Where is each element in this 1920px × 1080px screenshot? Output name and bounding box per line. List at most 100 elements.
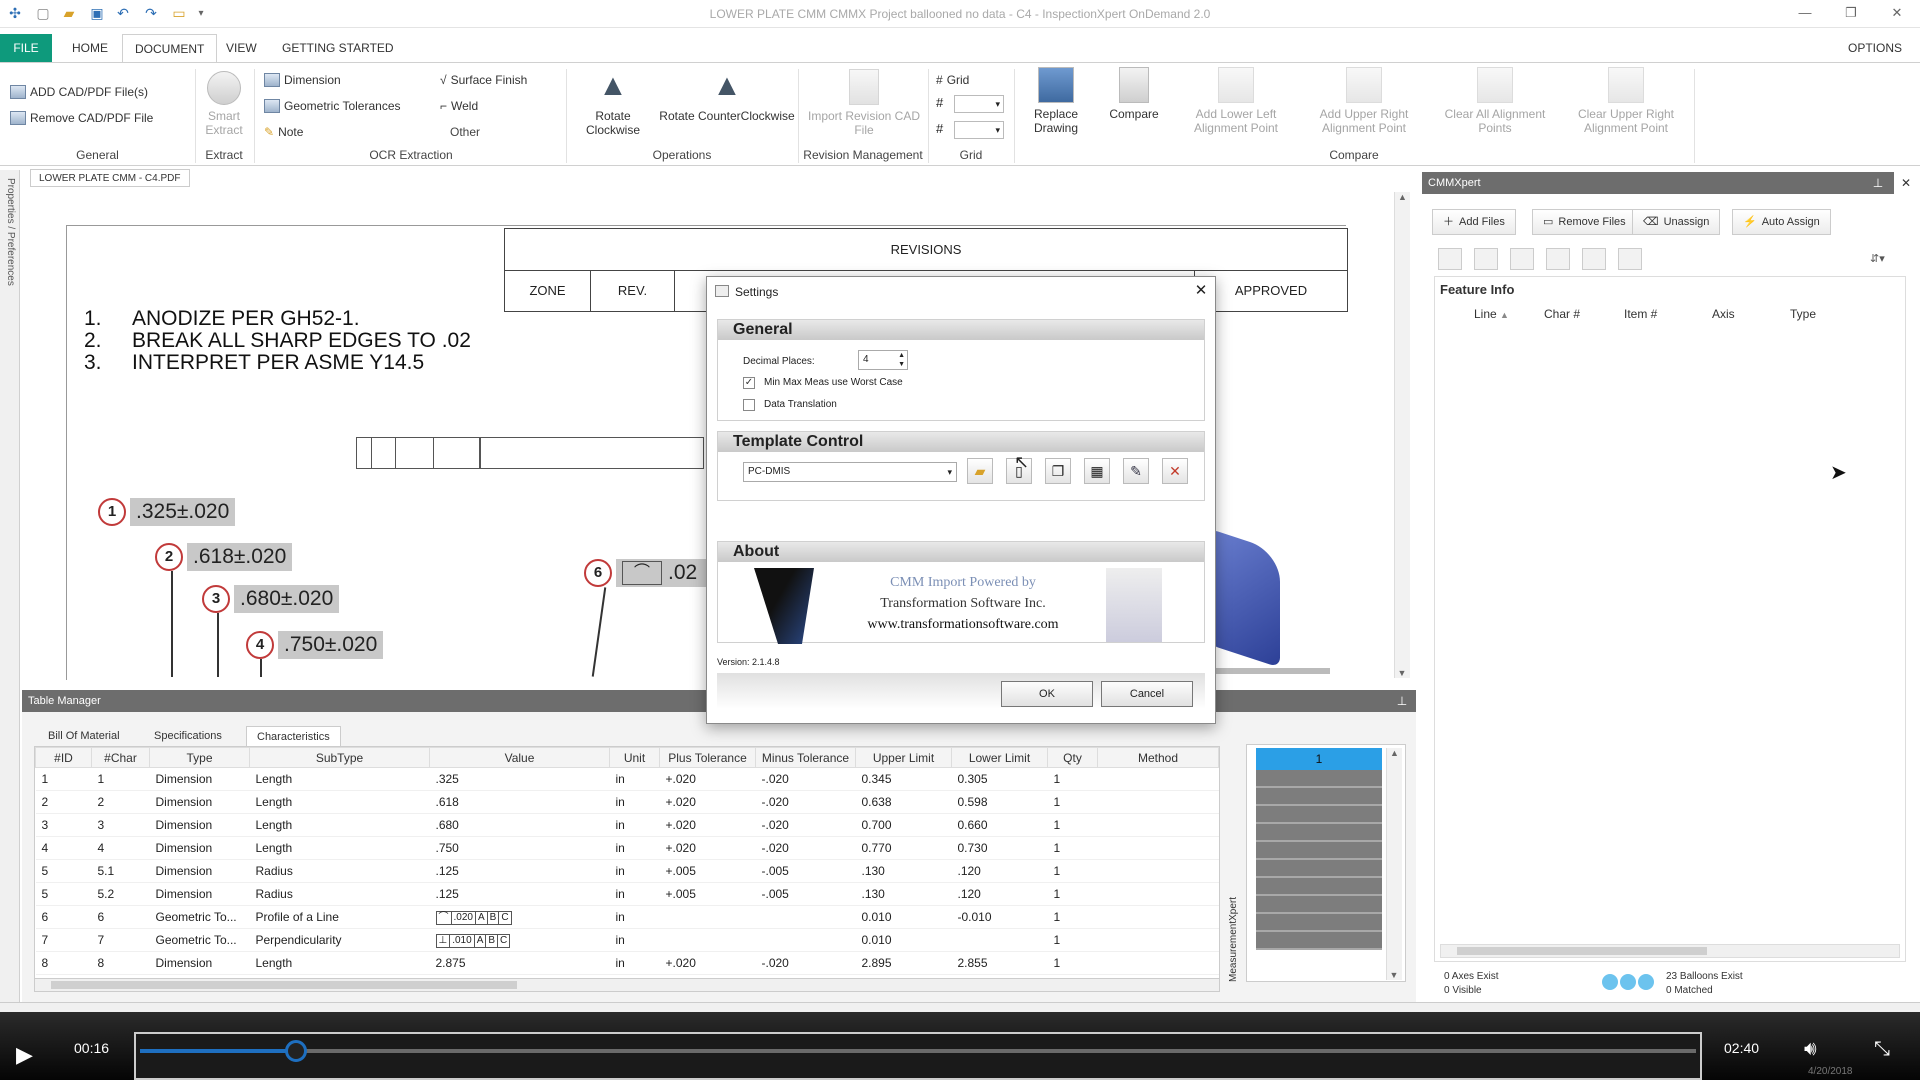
mini-grid-selected-cell[interactable]: 1 <box>1256 748 1382 770</box>
cell-subtype[interactable]: Radius <box>249 859 430 883</box>
import-revision-button[interactable]: Import Revision CAD File <box>802 69 926 137</box>
scroll-up-icon[interactable]: ▲ <box>1395 192 1410 202</box>
pin-icon[interactable]: ⊥ <box>1864 172 1892 194</box>
cell-method[interactable] <box>1097 767 1219 791</box>
cell-minus[interactable]: -.005 <box>755 882 856 906</box>
cell-upper[interactable]: .130 <box>855 882 952 906</box>
col-id[interactable]: #ID <box>35 747 92 768</box>
cell-value[interactable]: .325 <box>429 767 610 791</box>
balloon[interactable]: 4 <box>246 631 274 659</box>
cell-char[interactable]: 6 <box>91 905 150 929</box>
table-row[interactable]: 1 1 Dimension Length .325 in +.020 -.020 0.345 0.… <box>35 767 1219 791</box>
cell-plus[interactable]: +.020 <box>659 951 756 975</box>
cell-qty[interactable]: 1 <box>1047 905 1098 929</box>
cell-value[interactable]: .680 <box>429 813 610 837</box>
export-icon[interactable] <box>1618 248 1642 270</box>
cell-unit[interactable]: in <box>609 767 660 791</box>
balloon[interactable]: 6 <box>584 559 612 587</box>
cell-value[interactable]: .125 <box>429 859 610 883</box>
cell-unit[interactable]: in <box>609 836 660 860</box>
cell-method[interactable] <box>1097 813 1219 837</box>
cell-minus[interactable] <box>755 905 856 929</box>
cell-upper[interactable]: .130 <box>855 859 952 883</box>
cell-id[interactable]: 7 <box>35 928 92 952</box>
remove-file-button[interactable]: Remove CAD/PDF File <box>10 111 153 125</box>
table-horizontal-scrollbar[interactable] <box>34 978 1220 992</box>
col-char[interactable]: #Char <box>91 747 150 768</box>
decimal-places-input[interactable]: 4 ▲ ▼ <box>858 350 908 370</box>
measurementxpert-grid[interactable]: 1 <box>1256 748 1382 980</box>
cell-plus[interactable]: +.005 <box>659 859 756 883</box>
progress-handle[interactable] <box>284 1040 307 1062</box>
cell-type[interactable]: Dimension <box>149 790 250 814</box>
cell-subtype[interactable]: Length <box>249 767 430 791</box>
horizontal-scroll-thumb[interactable] <box>1215 668 1330 674</box>
table-row[interactable]: 5 5.1 Dimension Radius .125 in +.005 -.005.130.… <box>35 859 1219 883</box>
pin-icon[interactable]: ⊥ <box>1390 690 1414 712</box>
minimize-icon[interactable]: — <box>1788 2 1822 24</box>
cell-minus[interactable]: -.020 <box>755 790 856 814</box>
cell-method[interactable] <box>1097 859 1219 883</box>
table-row[interactable]: 5 5.2 Dimension Radius .125 in +.005 -.005.130.… <box>35 882 1219 906</box>
smart-extract-button[interactable]: Smart Extract <box>200 71 248 137</box>
cell-subtype[interactable]: Length <box>249 813 430 837</box>
table-scroll-thumb[interactable] <box>51 981 517 989</box>
cell-unit[interactable]: in <box>609 859 660 883</box>
grid-rows-select[interactable]: # ▾ <box>936 121 1006 139</box>
rotate-clockwise-button[interactable]: ▲ Rotate Clockwise <box>576 69 650 137</box>
cell-id[interactable]: 8 <box>35 951 92 975</box>
balloon[interactable]: 1 <box>98 498 126 526</box>
template-select[interactable]: PC-DMIS ▾ <box>743 462 957 482</box>
cell-plus[interactable]: +.020 <box>659 790 756 814</box>
col-value[interactable]: Value <box>429 747 610 768</box>
data-translation-checkbox[interactable] <box>743 399 755 411</box>
cell-char[interactable]: 2 <box>91 790 150 814</box>
funnel-icon[interactable] <box>1546 248 1570 270</box>
mini-grid-row[interactable] <box>1256 770 1382 788</box>
cell-minus[interactable]: -.020 <box>755 951 856 975</box>
close-window-icon[interactable]: ✕ <box>1880 2 1914 24</box>
grid-toggle[interactable]: # Grid <box>936 73 969 87</box>
col-unit[interactable]: Unit <box>609 747 660 768</box>
cell-char[interactable]: 7 <box>91 928 150 952</box>
grid-columns-select[interactable]: # ▾ <box>936 95 1006 113</box>
balloon-dimension[interactable]: .325±.020 <box>130 498 236 526</box>
cell-value[interactable]: 2.875 <box>429 951 610 975</box>
table-row[interactable]: 3 3 Dimension Length .680 in +.020 -.020 0.700 0.… <box>35 813 1219 837</box>
cell-char[interactable]: 3 <box>91 813 150 837</box>
auto-assign-button[interactable]: ⚡ Auto Assign <box>1732 209 1831 235</box>
cell-method[interactable] <box>1097 905 1219 929</box>
cell-upper[interactable]: 0.700 <box>855 813 952 837</box>
open-template-button[interactable]: ▰ <box>967 458 993 484</box>
balloon-dimension[interactable]: .618±.020 <box>187 543 293 571</box>
play-icon[interactable]: ▶ <box>16 1042 33 1068</box>
mini-grid-row[interactable] <box>1256 842 1382 860</box>
cell-id[interactable]: 3 <box>35 813 92 837</box>
cell-upper[interactable]: 0.010 <box>855 905 952 929</box>
mini-grid-scrollbar[interactable]: ▲ ▼ <box>1386 748 1402 980</box>
cell-qty[interactable]: 1 <box>1047 928 1098 952</box>
note-button[interactable]: ✎ Note <box>264 125 303 139</box>
table-row[interactable]: 2 2 Dimension Length .618 in +.020 -.020 0.638 0.… <box>35 790 1219 814</box>
col-axis[interactable]: Axis <box>1712 307 1735 321</box>
video-scrub-frame[interactable] <box>134 1032 1702 1080</box>
cell-type[interactable]: Dimension <box>149 813 250 837</box>
geometric-tolerances-button[interactable]: Geometric Tolerances <box>264 99 401 113</box>
tab-bill-of-material[interactable]: Bill Of Material <box>38 726 130 746</box>
restore-icon[interactable]: ❐ <box>1834 2 1868 24</box>
add-files-button[interactable]: ADD CAD/PDF File(s) <box>10 85 148 99</box>
cell-type[interactable]: Dimension <box>149 859 250 883</box>
properties-side-panel[interactable]: Properties / Preferences <box>0 170 20 1010</box>
cell-minus[interactable]: -.005 <box>755 859 856 883</box>
cell-plus[interactable] <box>659 928 756 952</box>
cell-char[interactable]: 5.2 <box>91 882 150 906</box>
cell-char[interactable]: 1 <box>91 767 150 791</box>
cell-char[interactable]: 4 <box>91 836 150 860</box>
exit-fullscreen-icon[interactable]: ⤡ <box>1874 1038 1890 1061</box>
cell-value[interactable]: ⌒ .020 A B C <box>429 905 610 929</box>
col-type-cmm[interactable]: Type <box>1790 307 1816 321</box>
cell-id[interactable]: 5 <box>35 859 92 883</box>
scroll-up-icon[interactable]: ▲ <box>1387 748 1402 758</box>
scroll-down-icon[interactable]: ▼ <box>1387 970 1401 980</box>
cell-qty[interactable]: 1 <box>1047 790 1098 814</box>
